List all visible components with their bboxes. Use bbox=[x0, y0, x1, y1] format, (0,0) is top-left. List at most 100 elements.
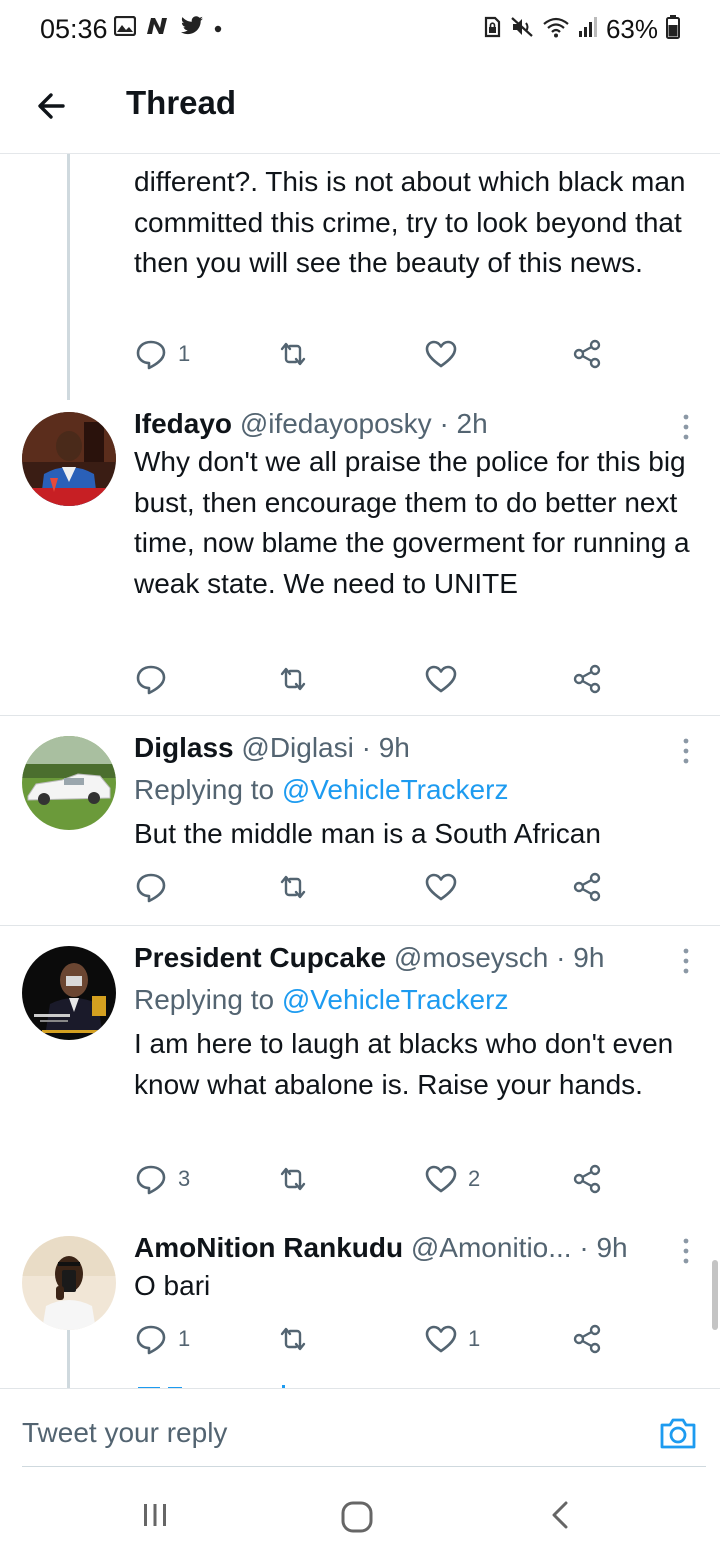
heart-icon bbox=[425, 873, 457, 901]
tweet-actions: 1 1 bbox=[134, 1322, 614, 1362]
share-button[interactable] bbox=[570, 1162, 604, 1196]
reply-icon bbox=[136, 1325, 166, 1355]
reply-button[interactable] bbox=[134, 662, 168, 696]
more-options-icon[interactable] bbox=[680, 412, 692, 442]
retweet-icon bbox=[280, 875, 306, 899]
retweet-icon bbox=[280, 667, 306, 691]
share-button[interactable] bbox=[570, 1322, 604, 1356]
tweet-time: · 9h bbox=[361, 732, 410, 763]
reply-button[interactable] bbox=[134, 870, 168, 904]
user-handle[interactable]: @Diglasi bbox=[241, 732, 353, 763]
replying-mention-link[interactable]: @VehicleTrackerz bbox=[282, 774, 509, 805]
share-icon bbox=[573, 1324, 601, 1354]
tweet-text: O bari bbox=[134, 1270, 211, 1301]
heart-icon bbox=[425, 665, 457, 693]
display-name[interactable]: Diglass bbox=[134, 732, 234, 763]
display-name[interactable]: Ifedayo bbox=[134, 408, 232, 439]
reply-button[interactable]: 3 bbox=[134, 1162, 190, 1196]
status-system-icons: 63% bbox=[482, 14, 680, 45]
system-nav-bar bbox=[0, 1470, 720, 1560]
signal-icon bbox=[578, 16, 598, 43]
reply-count: 1 bbox=[178, 1326, 191, 1351]
tweet-time: · 9h bbox=[579, 1232, 628, 1263]
share-button[interactable] bbox=[570, 662, 604, 696]
page-title: Thread bbox=[126, 84, 237, 121]
tweet-time: · 9h bbox=[556, 942, 605, 973]
like-button[interactable]: 2 bbox=[424, 1162, 480, 1196]
reply-underline bbox=[22, 1466, 706, 1467]
more-options-icon[interactable] bbox=[680, 946, 692, 976]
more-options-icon[interactable] bbox=[680, 1236, 692, 1266]
user-handle[interactable]: @Amonitio... bbox=[411, 1232, 572, 1263]
retweet-icon bbox=[280, 1327, 306, 1351]
tweet-header: Ifedayo @ifedayoposky · 2h bbox=[134, 406, 704, 442]
sim-lock-icon bbox=[482, 16, 502, 43]
retweet-button[interactable] bbox=[276, 870, 310, 904]
reply-input[interactable]: Tweet your reply bbox=[22, 1417, 227, 1449]
mute-icon bbox=[510, 16, 534, 43]
gallery-icon bbox=[113, 15, 137, 41]
tweet-actions: 1 bbox=[134, 337, 614, 377]
reply-composer[interactable]: Tweet your reply bbox=[0, 1388, 720, 1468]
tweet-time: · 2h bbox=[439, 408, 488, 439]
n-app-icon bbox=[145, 16, 171, 41]
avatar[interactable] bbox=[22, 736, 116, 830]
status-bar: 05:36 63% bbox=[0, 0, 720, 60]
avatar[interactable] bbox=[22, 412, 116, 506]
back-icon[interactable] bbox=[546, 1500, 576, 1535]
thread-connector-line bbox=[67, 1330, 70, 1388]
share-button[interactable] bbox=[570, 337, 604, 371]
share-icon bbox=[573, 872, 601, 902]
share-icon bbox=[573, 339, 601, 369]
more-options-icon[interactable] bbox=[680, 736, 692, 766]
tweet-text: Why don't we all praise the police for t… bbox=[134, 446, 690, 599]
tweet-actions bbox=[134, 870, 614, 910]
retweet-button[interactable] bbox=[276, 1322, 310, 1356]
retweet-icon bbox=[280, 1167, 306, 1191]
user-handle[interactable]: @moseysch bbox=[394, 942, 548, 973]
tweet-header: Diglass @Diglasi · 9h bbox=[134, 730, 704, 766]
like-button[interactable] bbox=[424, 870, 458, 904]
tweet-amonition[interactable]: AmoNition Rankudu @Amonitio... · 9h O ba… bbox=[0, 1216, 720, 1388]
reply-icon bbox=[136, 873, 166, 903]
like-button[interactable] bbox=[424, 337, 458, 371]
reply-button[interactable]: 1 bbox=[134, 337, 190, 371]
avatar[interactable] bbox=[22, 946, 116, 1040]
battery-percent: 63% bbox=[605, 14, 658, 44]
recents-icon[interactable] bbox=[140, 1500, 170, 1535]
scrollbar[interactable] bbox=[712, 1260, 718, 1330]
camera-icon[interactable] bbox=[658, 1413, 698, 1453]
back-arrow-icon[interactable] bbox=[32, 86, 72, 126]
thread-header: Thread bbox=[0, 60, 720, 154]
replying-to: Replying to @VehicleTrackerz bbox=[134, 980, 704, 1020]
battery-icon bbox=[666, 15, 680, 44]
replying-prefix: Replying to bbox=[134, 984, 275, 1015]
user-handle[interactable]: @ifedayoposky bbox=[240, 408, 432, 439]
share-button[interactable] bbox=[570, 870, 604, 904]
like-button[interactable]: 1 bbox=[424, 1322, 480, 1356]
reply-button[interactable]: 1 bbox=[134, 1322, 190, 1356]
heart-icon bbox=[425, 1325, 457, 1353]
tweet-text: I am here to laugh at blacks who don't e… bbox=[134, 1028, 674, 1100]
like-button[interactable] bbox=[424, 662, 458, 696]
reply-icon bbox=[136, 340, 166, 370]
like-count: 1 bbox=[468, 1326, 481, 1351]
replying-to: Replying to @VehicleTrackerz bbox=[134, 770, 704, 810]
replying-prefix: Replying to bbox=[134, 774, 275, 805]
heart-icon bbox=[425, 1165, 457, 1193]
retweet-button[interactable] bbox=[276, 662, 310, 696]
avatar[interactable] bbox=[22, 1236, 116, 1330]
cut-off-link[interactable] bbox=[134, 1377, 334, 1388]
display-name[interactable]: AmoNition Rankudu bbox=[134, 1232, 403, 1263]
display-name[interactable]: President Cupcake bbox=[134, 942, 386, 973]
reply-count: 1 bbox=[178, 341, 191, 366]
wifi-icon bbox=[542, 16, 570, 43]
share-icon bbox=[573, 1164, 601, 1194]
twitter-bird-icon bbox=[180, 16, 204, 41]
replying-mention-link[interactable]: @VehicleTrackerz bbox=[282, 984, 509, 1015]
home-icon[interactable] bbox=[340, 1500, 374, 1539]
retweet-button[interactable] bbox=[276, 337, 310, 371]
tweet-actions: 3 2 bbox=[134, 1162, 614, 1202]
retweet-button[interactable] bbox=[276, 1162, 310, 1196]
reply-icon bbox=[136, 665, 166, 695]
